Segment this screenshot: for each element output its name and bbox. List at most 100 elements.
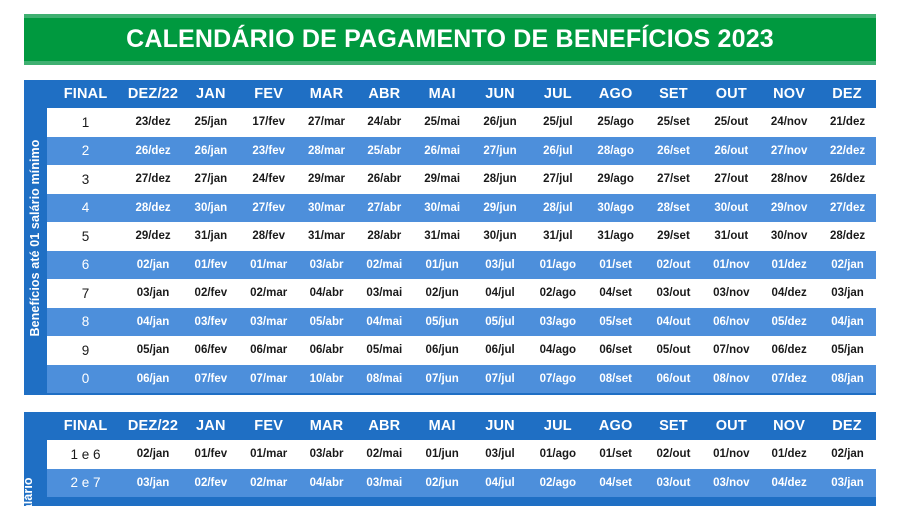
payment-date-cell: 25/jul	[528, 108, 587, 137]
payment-date-cell: 25/out	[702, 108, 761, 137]
payment-date-cell: 03/mar	[239, 307, 298, 336]
payment-date-cell: 01/set	[586, 250, 645, 279]
payment-date-cell: 06/jun	[413, 336, 472, 365]
payment-date-cell: 28/ago	[586, 136, 645, 165]
payment-date-cell: 01/set	[586, 440, 645, 469]
payment-date-cell: 04/abr	[297, 468, 356, 497]
payment-date-cell: 08/set	[586, 364, 645, 393]
payment-date-cell: 03/mai	[355, 279, 414, 308]
payment-date-cell: 26/set	[644, 136, 703, 165]
table-2-header-row: FINAL DEZ/22 JAN FEV MAR ABR MAI JUN JUL AGO SET OU…	[47, 412, 876, 440]
payment-date-cell: 03/jan	[124, 279, 182, 308]
payment-date-cell: 03/out	[644, 468, 703, 497]
payment-date-cell: 23/fev	[239, 136, 298, 165]
payment-date-cell: 03/nov	[702, 279, 761, 308]
payment-date-cell: 17/fev	[239, 108, 298, 137]
payment-date-cell: 26/dez	[818, 165, 876, 194]
payment-date-cell: 22/dez	[818, 136, 876, 165]
payment-date-cell: 27/nov	[760, 136, 819, 165]
payment-date-cell: 07/dez	[760, 364, 819, 393]
payment-date-cell: 04/set	[586, 468, 645, 497]
payment-date-cell: 06/fev	[181, 336, 240, 365]
payment-date-cell: 02/jan	[818, 250, 876, 279]
payment-date-cell: 01/fev	[181, 250, 240, 279]
table-2-col-header-set: SET	[644, 412, 703, 440]
table-2-col-header-jan: JAN	[181, 412, 240, 440]
payment-date-cell: 27/fev	[239, 193, 298, 222]
final-digit-cell: 8	[47, 307, 125, 336]
page-banner: CALENDÁRIO DE PAGAMENTO DE BENEFÍCIOS 20…	[24, 14, 876, 65]
table-1-col-header-final: FINAL	[47, 80, 125, 108]
payment-date-cell: 03/mai	[355, 468, 414, 497]
payment-date-cell: 30/mar	[297, 193, 356, 222]
payment-date-cell: 29/mar	[297, 165, 356, 194]
table-2-col-header-dez: DEZ	[818, 412, 876, 440]
payment-date-cell: 25/abr	[355, 136, 414, 165]
payment-date-cell: 28/dez	[818, 222, 876, 251]
payment-date-cell: 05/jul	[471, 307, 529, 336]
payment-date-cell: 04/dez	[760, 468, 819, 497]
payment-date-cell: 01/mar	[239, 440, 298, 469]
payment-date-cell: 28/jul	[528, 193, 587, 222]
payment-date-cell: 04/jan	[124, 307, 182, 336]
benefits-table-1: FINAL DEZ/22 JAN FEV MAR ABR MAI JUN JUL AGO SET OU…	[46, 80, 876, 393]
payment-date-cell: 05/out	[644, 336, 703, 365]
final-digit-cell: 1 e 6	[47, 440, 125, 469]
payment-date-cell: 26/jul	[528, 136, 587, 165]
payment-date-cell: 27/out	[702, 165, 761, 194]
payment-date-cell: 06/jul	[471, 336, 529, 365]
payment-date-cell: 31/mai	[413, 222, 472, 251]
payment-date-cell: 26/out	[702, 136, 761, 165]
table-1-col-header-dez: DEZ	[818, 80, 876, 108]
payment-date-cell: 02/mar	[239, 279, 298, 308]
table-2-head: FINAL DEZ/22 JAN FEV MAR ABR MAI JUN JUL AGO SET OU…	[47, 412, 876, 440]
payment-date-cell: 03/jan	[818, 468, 876, 497]
payment-date-cell: 30/ago	[586, 193, 645, 222]
payment-date-cell: 02/out	[644, 440, 703, 469]
table-row: 4 28/dez 30/jan 27/fev 30/mar 27/abr 30/mai 29/…	[47, 193, 876, 222]
payment-date-cell: 01/ago	[528, 250, 587, 279]
final-digit-cell: 2	[47, 136, 125, 165]
payment-date-cell: 29/mai	[413, 165, 472, 194]
payment-date-cell: 01/fev	[181, 440, 240, 469]
final-digit-cell: 1	[47, 108, 125, 137]
payment-date-cell: 03/ago	[528, 307, 587, 336]
payment-date-cell: 03/abr	[297, 250, 356, 279]
payment-date-cell: 02/mar	[239, 468, 298, 497]
payment-date-cell: 25/jan	[181, 108, 240, 137]
payment-date-cell: 03/out	[644, 279, 703, 308]
payment-date-cell: 04/jul	[471, 279, 529, 308]
payment-date-cell: 02/jun	[413, 468, 472, 497]
table-2-col-header-nov: NOV	[760, 412, 819, 440]
table-1-head: FINAL DEZ/22 JAN FEV MAR ABR MAI JUN JUL AGO SET OU…	[47, 80, 876, 108]
payment-date-cell: 26/mai	[413, 136, 472, 165]
table-1-col-header-out: OUT	[702, 80, 761, 108]
payment-date-cell: 03/abr	[297, 440, 356, 469]
payment-date-cell: 28/fev	[239, 222, 298, 251]
payment-date-cell: 29/set	[644, 222, 703, 251]
payment-date-cell: 28/mar	[297, 136, 356, 165]
table-row: 6 02/jan 01/fev 01/mar 03/abr 02/mai 01/jun 03/…	[47, 250, 876, 279]
payment-date-cell: 01/ago	[528, 440, 587, 469]
payment-date-cell: 05/abr	[297, 307, 356, 336]
payment-date-cell: 25/mai	[413, 108, 472, 137]
benefits-table-1-block: Benefícios até 01 salário mínimo FINAL DE…	[24, 80, 876, 395]
payment-date-cell: 28/set	[644, 193, 703, 222]
payment-date-cell: 30/mai	[413, 193, 472, 222]
table-2-col-header-jun: JUN	[471, 412, 529, 440]
table-2-col-header-jul: JUL	[528, 412, 587, 440]
payment-date-cell: 28/nov	[760, 165, 819, 194]
table-1-header-row: FINAL DEZ/22 JAN FEV MAR ABR MAI JUN JUL AGO SET OU…	[47, 80, 876, 108]
payment-date-cell: 05/jan	[124, 336, 182, 365]
payment-date-cell: 03/jan	[818, 279, 876, 308]
payment-date-cell: 24/fev	[239, 165, 298, 194]
table-1-col-header-dez-22: DEZ/22	[124, 80, 182, 108]
payment-date-cell: 27/dez	[818, 193, 876, 222]
payment-date-cell: 07/nov	[702, 336, 761, 365]
payment-date-cell: 04/jan	[818, 307, 876, 336]
payment-date-cell: 05/jun	[413, 307, 472, 336]
payment-date-cell: 06/abr	[297, 336, 356, 365]
final-digit-cell: 7	[47, 279, 125, 308]
payment-date-cell: 02/jun	[413, 279, 472, 308]
final-digit-cell: 3	[47, 165, 125, 194]
